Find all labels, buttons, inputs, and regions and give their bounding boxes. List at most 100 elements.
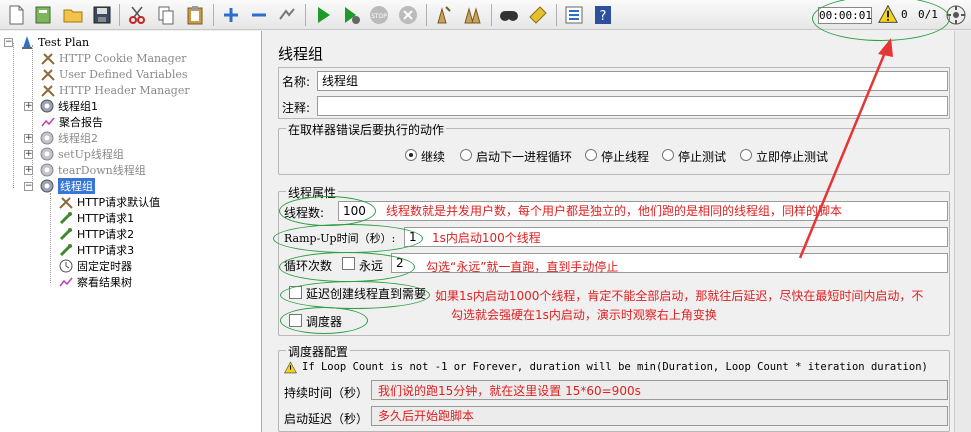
tree-item-teardown-thread-group[interactable]: + tearDown线程组 bbox=[24, 162, 146, 178]
scheduler-title: 调度器配置 bbox=[286, 343, 351, 360]
test-plan-icon bbox=[19, 34, 35, 50]
pipette-icon bbox=[58, 226, 74, 242]
open-icon[interactable] bbox=[61, 3, 85, 27]
tree-item-test-plan[interactable]: − Test Plan bbox=[4, 34, 89, 50]
name-field[interactable]: 线程组 bbox=[317, 71, 948, 91]
tree-item-thread-group-2[interactable]: + 线程组2 bbox=[24, 130, 98, 146]
page-title: 线程组 bbox=[278, 45, 324, 63]
wrench-icon bbox=[58, 194, 74, 210]
stop-icon[interactable]: STOP bbox=[367, 3, 391, 27]
tree-item-aggregate-report[interactable]: 聚合报告 bbox=[40, 114, 103, 130]
reset-search-icon[interactable] bbox=[526, 3, 550, 27]
comment-field[interactable] bbox=[317, 96, 948, 116]
threads-label: 线程数: bbox=[284, 206, 325, 220]
start-no-pause-icon[interactable] bbox=[339, 3, 363, 27]
copy-icon[interactable] bbox=[154, 3, 178, 27]
tree-item-http-defaults[interactable]: HTTP请求默认值 bbox=[58, 194, 160, 210]
start-icon[interactable] bbox=[311, 3, 335, 27]
elapsed-timer: 00:00:01 bbox=[818, 7, 872, 24]
templates-icon[interactable] bbox=[32, 3, 56, 27]
report-icon bbox=[58, 274, 74, 290]
name-label: 名称: bbox=[282, 75, 311, 89]
wrench-icon bbox=[40, 50, 56, 66]
tree-item-header-manager[interactable]: HTTP Header Manager bbox=[40, 82, 190, 98]
delay-annotation-line2: 勾选就会强硬在1s内启动，演示时观察右上角变换 bbox=[451, 308, 717, 322]
loop-count-label: 循环次数 bbox=[284, 259, 333, 273]
toolbar: STOP ? 00:00:01 0 0/1 bbox=[0, 0, 971, 30]
paste-icon[interactable] bbox=[183, 3, 207, 27]
tree-item-setup-thread-group[interactable]: + setUp线程组 bbox=[24, 146, 124, 162]
threads-annotation: 线程数就是并发用户数，每个用户都是独立的，他们跑的是相同的线程组，同样的脚本 bbox=[386, 204, 843, 218]
wrench-icon bbox=[40, 66, 56, 82]
gear-icon bbox=[39, 130, 55, 146]
help-icon[interactable]: ? bbox=[591, 3, 615, 27]
tree-item-thread-group[interactable]: − 线程组 bbox=[24, 178, 95, 194]
cut-icon[interactable] bbox=[125, 3, 149, 27]
tree-item-http-request-3[interactable]: HTTP请求3 bbox=[58, 242, 134, 258]
radio-start-next-loop-label: 启动下一进程循环 bbox=[476, 150, 573, 164]
delay-annotation-line1: 如果1s内启动1000个线程，肯定不能全部启动，那就往后延迟，尽快在最短时间内启… bbox=[435, 289, 924, 303]
clock-icon bbox=[58, 258, 74, 274]
thread-group-panel: 线程组 名称: 线程组 注释: 在取样器错误后要执行的动作 继续 启动下一进程循… bbox=[266, 31, 971, 432]
forever-checkbox[interactable] bbox=[342, 257, 355, 270]
gear-icon bbox=[39, 162, 55, 178]
vertical-scrollbar[interactable] bbox=[954, 31, 971, 432]
scheduler-checkbox[interactable] bbox=[289, 314, 302, 327]
radio-stop-thread-label: 停止线程 bbox=[601, 150, 650, 164]
rampup-annotation: 1s内启动100个线程 bbox=[432, 231, 541, 245]
warning-icon bbox=[284, 361, 297, 374]
thread-properties-title: 线程属性 bbox=[286, 184, 339, 201]
radio-stop-test-now-label: 立即停止测试 bbox=[756, 150, 829, 164]
tree-item-constant-timer[interactable]: 固定定时器 bbox=[58, 258, 132, 274]
forever-annotation: 勾选“永远”就一直跑，直到手动停止 bbox=[426, 260, 619, 274]
svg-text:?: ? bbox=[600, 9, 607, 24]
radio-stop-test[interactable] bbox=[662, 149, 674, 161]
radio-continue-label: 继续 bbox=[421, 150, 446, 164]
start-delay-annotation: 多久后开始跑脚本 bbox=[378, 409, 475, 423]
collapse-icon[interactable] bbox=[247, 3, 271, 27]
active-threads-count: 0/1 bbox=[918, 8, 938, 21]
radio-continue[interactable] bbox=[405, 149, 417, 161]
search-icon[interactable] bbox=[497, 3, 521, 27]
forever-label: 永远 bbox=[359, 259, 384, 273]
tree-item-thread-group-1[interactable]: + 线程组1 bbox=[24, 98, 98, 114]
radio-stop-thread[interactable] bbox=[585, 149, 597, 161]
on-error-title: 在取样器错误后要执行的动作 bbox=[286, 121, 447, 138]
gear-icon bbox=[39, 98, 55, 114]
scheduler-label: 调度器 bbox=[306, 315, 343, 329]
radio-stop-test-label: 停止测试 bbox=[678, 150, 727, 164]
scheduler-warning: If Loop Count is not -1 or Forever, dura… bbox=[302, 361, 928, 373]
expand-icon[interactable] bbox=[219, 3, 243, 27]
function-helper-icon[interactable] bbox=[562, 3, 586, 27]
tree-item-http-request-2[interactable]: HTTP请求2 bbox=[58, 226, 134, 242]
warning-count: 0 bbox=[901, 8, 908, 21]
new-icon[interactable] bbox=[4, 3, 28, 27]
radio-start-next-loop[interactable] bbox=[460, 149, 472, 161]
tree-item-user-defined-variables[interactable]: User Defined Variables bbox=[40, 66, 188, 82]
pipette-icon bbox=[58, 242, 74, 258]
remote-icon[interactable] bbox=[944, 3, 968, 27]
save-icon[interactable] bbox=[90, 3, 114, 27]
comment-label: 注释: bbox=[282, 101, 311, 115]
svg-text:STOP: STOP bbox=[371, 13, 387, 20]
tree-item-http-request-1[interactable]: HTTP请求1 bbox=[58, 210, 134, 226]
report-icon bbox=[40, 114, 56, 130]
tree-item-view-results-tree[interactable]: 察看结果树 bbox=[58, 274, 132, 290]
delay-thread-creation-checkbox[interactable] bbox=[289, 286, 302, 299]
start-delay-label: 启动延迟（秒） bbox=[284, 412, 369, 426]
duration-annotation: 我们说的跑15分钟，就在这里设置 15*60=900s bbox=[378, 384, 641, 398]
clear-all-icon[interactable] bbox=[461, 3, 485, 27]
test-plan-tree: − Test Plan HTTP Cookie Manager User Def… bbox=[0, 31, 262, 432]
wrench-icon bbox=[40, 82, 56, 98]
pipette-icon bbox=[58, 210, 74, 226]
radio-stop-test-now[interactable] bbox=[740, 149, 752, 161]
gear-icon bbox=[39, 178, 55, 194]
duration-label: 持续时间（秒） bbox=[284, 386, 369, 400]
warning-icon[interactable] bbox=[878, 4, 898, 24]
delay-thread-creation-label: 延迟创建线程直到需要 bbox=[306, 287, 427, 301]
rampup-label: Ramp-Up时间（秒）: bbox=[284, 232, 396, 245]
toggle-icon[interactable] bbox=[275, 3, 299, 27]
shutdown-icon[interactable] bbox=[396, 3, 420, 27]
clear-icon[interactable] bbox=[432, 3, 456, 27]
tree-item-cookie-manager[interactable]: HTTP Cookie Manager bbox=[40, 50, 187, 66]
